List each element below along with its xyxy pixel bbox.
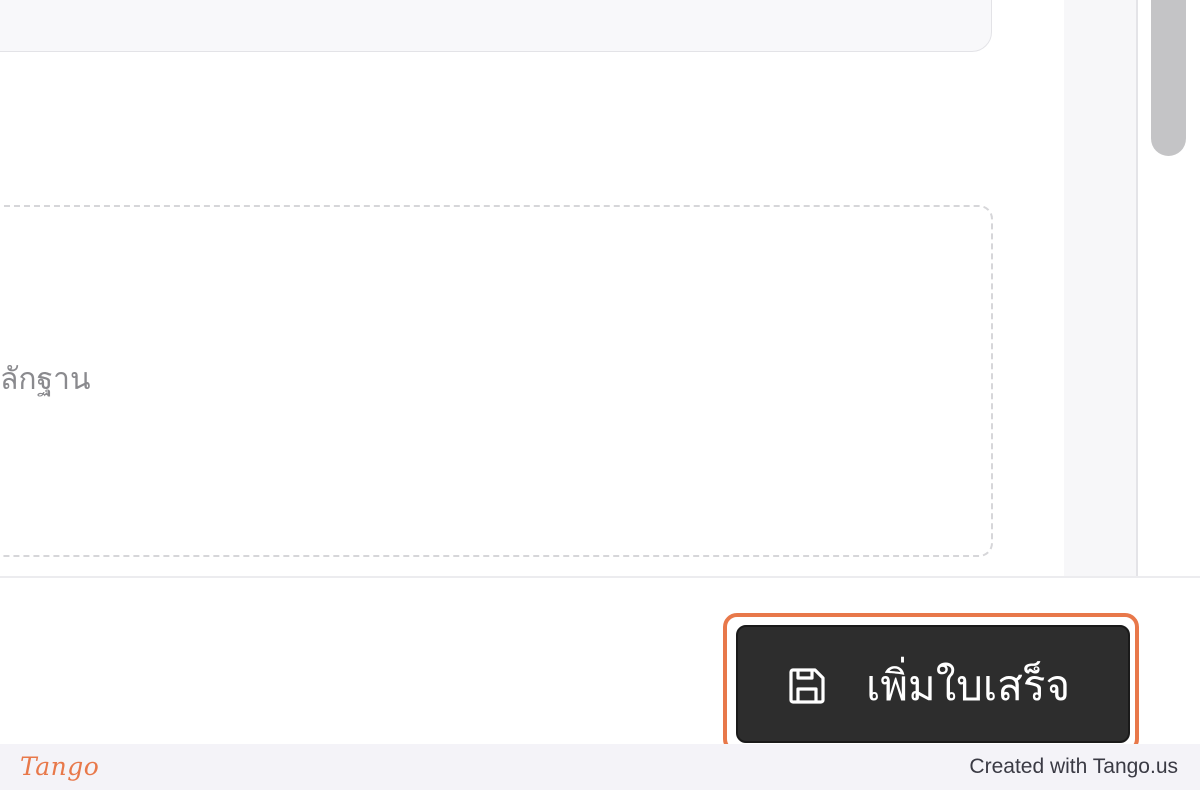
add-receipt-button[interactable]: เพิ่มใบเสร็จ [736, 625, 1130, 743]
form-card-top [0, 0, 992, 52]
tango-footer: Tango Created with Tango.us [0, 744, 1200, 790]
form-content-area: ลักฐาน [0, 0, 1064, 578]
evidence-upload-dropzone[interactable] [0, 205, 993, 557]
add-receipt-button-label: เพิ่มใบเสร็จ [866, 661, 1071, 710]
floppy-disk-icon [786, 665, 828, 707]
tango-logo: Tango [20, 752, 100, 781]
tango-credit-text: Created with Tango.us [969, 755, 1178, 778]
side-gutter [1064, 0, 1136, 578]
scrollbar-thumb[interactable] [1151, 0, 1186, 156]
upload-hint-text: ลักฐาน [0, 362, 91, 397]
